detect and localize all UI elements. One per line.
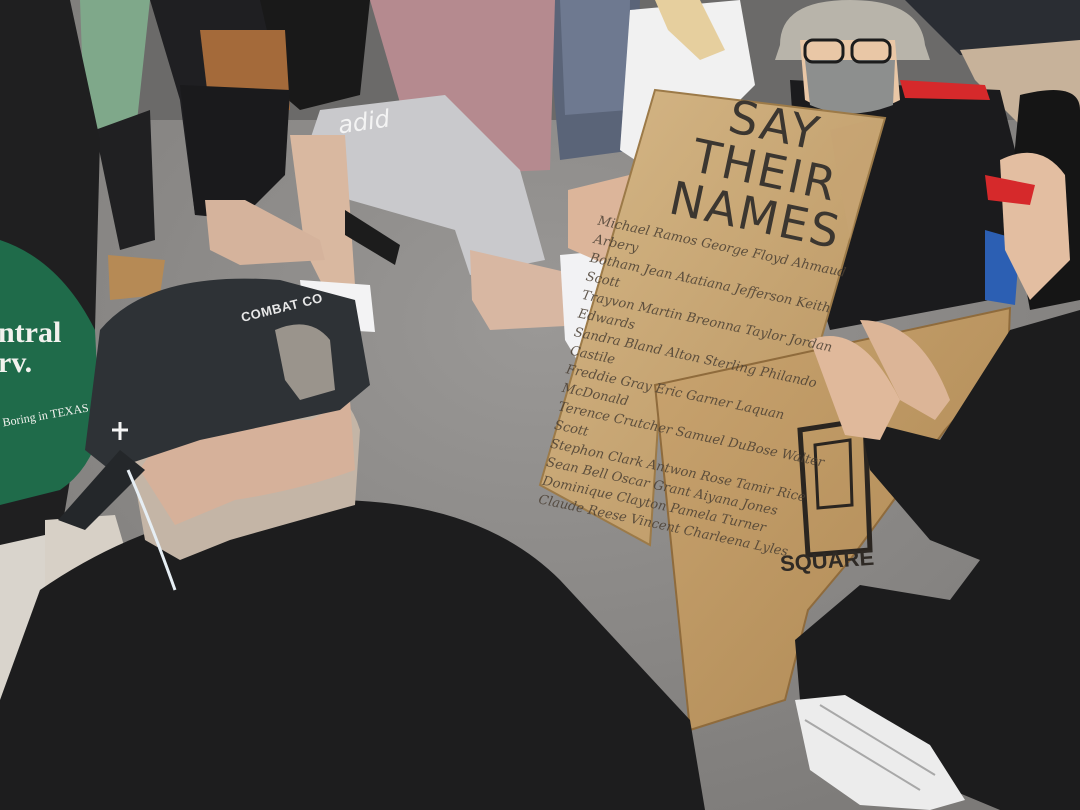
bag-text: ntral rv. (0, 318, 108, 378)
bag-text-line: rv. (0, 346, 33, 379)
bag-text-line: ntral (0, 316, 62, 349)
protest-photo: SAY THEIR NAMES Michael Ramos George Flo… (0, 0, 1080, 810)
sign-names-list: Michael Ramos George Floyd Ahmaud Arbery… (537, 212, 874, 568)
